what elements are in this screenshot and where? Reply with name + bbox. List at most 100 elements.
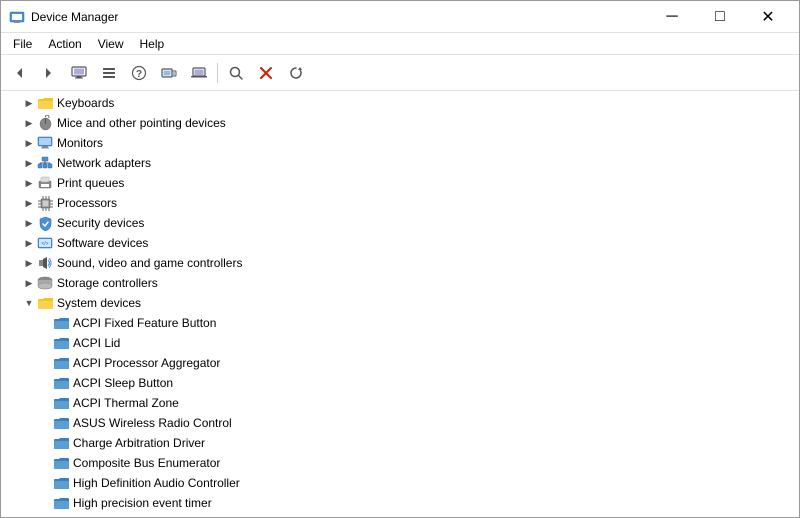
list-item[interactable]: ▶: [1, 193, 799, 213]
intel-lpc-icon: [53, 515, 69, 517]
charge-arb-label: Charge Arbitration Driver: [73, 436, 205, 450]
storage-icon: [37, 275, 53, 291]
acpi-sleep-label: ACPI Sleep Button: [73, 376, 173, 390]
menu-file[interactable]: File: [5, 35, 40, 53]
menu-bar: File Action View Help: [1, 33, 799, 55]
high-prec-icon: [53, 495, 69, 511]
list-item[interactable]: ▶ Composite Bus Enumerator: [1, 453, 799, 473]
main-area: ▶ Keyboards ▶: [1, 91, 799, 517]
list-item[interactable]: ▶ ACPI Sleep Button: [1, 373, 799, 393]
list-item[interactable]: ▶ Charge Arbitration Driver: [1, 433, 799, 453]
list-item[interactable]: ▶ ACPI Thermal Zone: [1, 393, 799, 413]
list-view-button[interactable]: [95, 59, 123, 87]
list-item[interactable]: ▶ Network adapters: [1, 153, 799, 173]
security-icon: [37, 215, 53, 231]
hd-audio-label: High Definition Audio Controller: [73, 476, 240, 490]
expand-software[interactable]: ▶: [21, 235, 37, 251]
intel-lpc-label: Intel(R) 100 Series Chipset Family LPC C…: [73, 516, 462, 517]
processors-label: Processors: [57, 196, 117, 210]
forward-button[interactable]: [35, 59, 63, 87]
title-bar: Device Manager ─ □ ✕: [1, 1, 799, 33]
list-item[interactable]: ▶ ACPI Processor Aggregator: [1, 353, 799, 373]
asus-wireless-icon: [53, 415, 69, 431]
list-item[interactable]: ▶ ACPI Lid: [1, 333, 799, 353]
list-item[interactable]: ▶ Storage controllers: [1, 273, 799, 293]
toolbar: ?: [1, 55, 799, 91]
toolbar-separator: [217, 63, 218, 83]
network-label: Network adapters: [57, 156, 151, 170]
acpi-thermal-icon: [53, 395, 69, 411]
print-icon: [37, 175, 53, 191]
device-tree[interactable]: ▶ Keyboards ▶: [1, 91, 799, 517]
mice-icon: [37, 115, 53, 131]
menu-view[interactable]: View: [90, 35, 132, 53]
list-item[interactable]: ▶ Sound, video and game controllers: [1, 253, 799, 273]
list-item[interactable]: ▼ System devices: [1, 293, 799, 313]
acpi-fixed-icon: [53, 315, 69, 331]
monitors-icon: [37, 135, 53, 151]
help-button[interactable]: ?: [125, 59, 153, 87]
processors-icon: [37, 195, 53, 211]
refresh-button[interactable]: [282, 59, 310, 87]
acpi-lid-icon: [53, 335, 69, 351]
remove-button[interactable]: [252, 59, 280, 87]
composite-icon: [53, 455, 69, 471]
list-item[interactable]: ▶ ASUS Wireless Radio Control: [1, 413, 799, 433]
acpi-sleep-icon: [53, 375, 69, 391]
expand-monitors[interactable]: ▶: [21, 135, 37, 151]
app-icon: [9, 9, 25, 25]
acpi-thermal-label: ACPI Thermal Zone: [73, 396, 179, 410]
svg-text:?: ?: [136, 69, 142, 80]
acpi-proc-label: ACPI Processor Aggregator: [73, 356, 220, 370]
list-item[interactable]: ▶ Security devices: [1, 213, 799, 233]
security-label: Security devices: [57, 216, 144, 230]
acpi-lid-label: ACPI Lid: [73, 336, 120, 350]
list-item[interactable]: ▶ </> Software devices: [1, 233, 799, 253]
list-item[interactable]: ▶ Keyboards: [1, 93, 799, 113]
expand-sound[interactable]: ▶: [21, 255, 37, 271]
hd-audio-icon: [53, 475, 69, 491]
device-icon-button[interactable]: [155, 59, 183, 87]
laptop-button[interactable]: [185, 59, 213, 87]
print-label: Print queues: [57, 176, 124, 190]
maximize-button[interactable]: □: [697, 1, 743, 33]
asus-wireless-label: ASUS Wireless Radio Control: [73, 416, 232, 430]
sound-icon: [37, 255, 53, 271]
keyboards-icon: [37, 95, 53, 111]
expand-print[interactable]: ▶: [21, 175, 37, 191]
acpi-fixed-label: ACPI Fixed Feature Button: [73, 316, 216, 330]
list-item[interactable]: ▶ Intel(R) 100 Series Chipset Family LPC…: [1, 513, 799, 517]
menu-action[interactable]: Action: [40, 35, 89, 53]
expand-storage[interactable]: ▶: [21, 275, 37, 291]
window-controls: ─ □ ✕: [649, 1, 791, 33]
acpi-proc-icon: [53, 355, 69, 371]
close-button[interactable]: ✕: [745, 1, 791, 33]
back-button[interactable]: [5, 59, 33, 87]
list-item[interactable]: ▶ High Definition Audio Controller: [1, 473, 799, 493]
expand-system[interactable]: ▼: [21, 295, 37, 311]
window-title: Device Manager: [31, 10, 649, 24]
monitors-label: Monitors: [57, 136, 103, 150]
expand-network[interactable]: ▶: [21, 155, 37, 171]
menu-help[interactable]: Help: [132, 35, 173, 53]
expand-processors[interactable]: ▶: [21, 195, 37, 211]
computer-view-button[interactable]: [65, 59, 93, 87]
list-item[interactable]: ▶ ACPI Fixed Feature Button: [1, 313, 799, 333]
expand-mice[interactable]: ▶: [21, 115, 37, 131]
expand-keyboards[interactable]: ▶: [21, 95, 37, 111]
expand-security[interactable]: ▶: [21, 215, 37, 231]
list-item[interactable]: ▶ High precision event timer: [1, 493, 799, 513]
keyboards-label: Keyboards: [57, 96, 114, 110]
list-item[interactable]: ▶ Mice and other pointing devices: [1, 113, 799, 133]
scan-button[interactable]: [222, 59, 250, 87]
minimize-button[interactable]: ─: [649, 1, 695, 33]
list-item[interactable]: ▶ Monitors: [1, 133, 799, 153]
system-label: System devices: [57, 296, 141, 310]
network-icon: [37, 155, 53, 171]
system-icon: [37, 295, 53, 311]
sound-label: Sound, video and game controllers: [57, 256, 242, 270]
svg-text:</>: </>: [41, 241, 48, 247]
list-item[interactable]: ▶ Print queues: [1, 173, 799, 193]
composite-label: Composite Bus Enumerator: [73, 456, 220, 470]
storage-label: Storage controllers: [57, 276, 158, 290]
